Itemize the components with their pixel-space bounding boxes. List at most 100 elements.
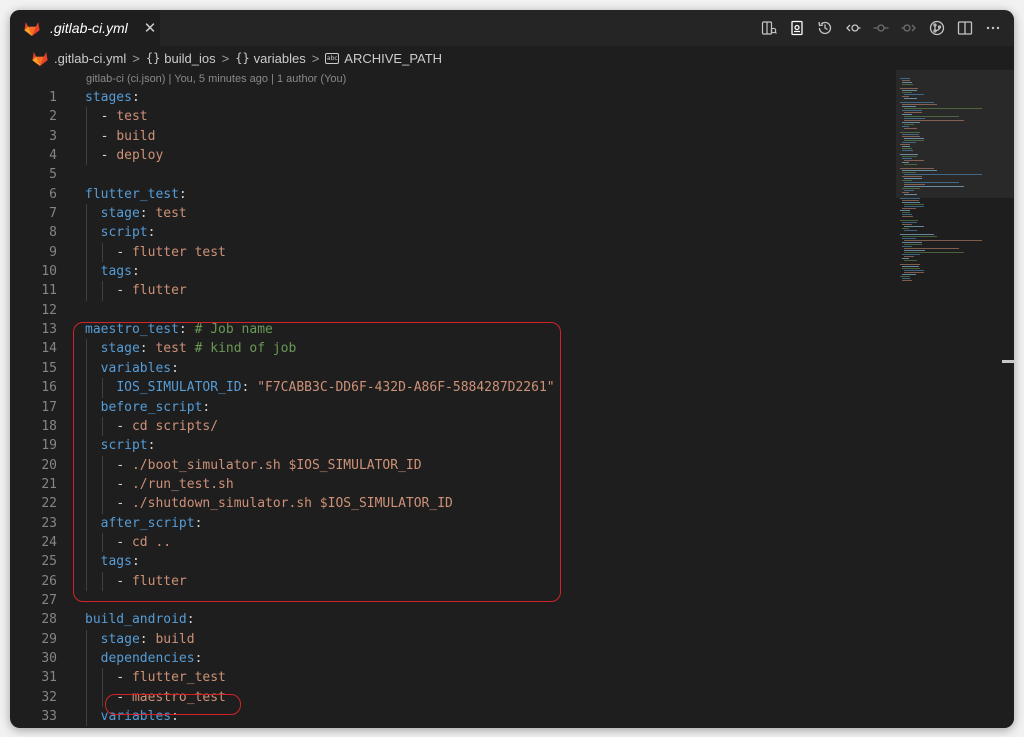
code-line[interactable]: 12: [10, 301, 896, 320]
code-line[interactable]: 4 - deploy: [10, 146, 896, 166]
minimap-line: [904, 182, 959, 183]
minimap-line: [904, 190, 914, 191]
code-text: - test: [100, 109, 148, 125]
code-line[interactable]: 18 - cd scripts/: [10, 416, 896, 437]
line-number: 14: [41, 341, 57, 357]
line-number: 33: [41, 709, 57, 724]
compare-dot-icon[interactable]: [870, 17, 892, 39]
minimap-line: [904, 250, 925, 251]
code-line[interactable]: 21 - ./run_test.sh: [10, 474, 896, 495]
code-line[interactable]: 16 IOS_SIMULATOR_ID: "F7CABB3C-DD6F-432D…: [10, 378, 896, 398]
breadcrumb-build-ios[interactable]: build_ios: [164, 51, 215, 66]
minimap-line: [904, 206, 924, 207]
code-line[interactable]: 14 stage: test # kind of job: [10, 339, 896, 359]
line-number: 13: [41, 322, 57, 338]
code-line[interactable]: 7 stage: test: [10, 204, 896, 224]
minimap-line: [904, 98, 917, 99]
code-line[interactable]: 24 - cd ..: [10, 532, 896, 553]
minimap-line: [902, 202, 921, 203]
code-editor[interactable]: gitlab-ci (ci.json) | You, 5 minutes ago…: [10, 70, 896, 728]
scrollbar-thumb[interactable]: [1002, 360, 1014, 363]
tab-gitlab-ci[interactable]: .gitlab-ci.yml ✕: [10, 10, 160, 46]
line-number: 26: [41, 573, 57, 589]
code-line[interactable]: 31 - flutter_test: [10, 668, 896, 688]
code-line[interactable]: 9 - flutter test: [10, 242, 896, 263]
code-line[interactable]: 23 after_script:: [10, 513, 896, 533]
code-line[interactable]: 15 variables:: [10, 358, 896, 379]
minimap-line: [904, 256, 914, 257]
minimap-line: [900, 220, 919, 221]
blame-annotation[interactable]: gitlab-ci (ci.json) | You, 5 minutes ago…: [86, 70, 346, 88]
code-line[interactable]: 33 variables:: [10, 707, 896, 727]
minimap-line: [902, 246, 912, 247]
line-number: 22: [41, 496, 57, 512]
minimap-line: [902, 156, 918, 157]
compare-next-icon[interactable]: [898, 17, 920, 39]
compare-previous-icon[interactable]: [842, 17, 864, 39]
code-line[interactable]: 10 tags:: [10, 262, 896, 282]
code-line[interactable]: 6 flutter_test:: [10, 185, 896, 204]
code-text: stages:: [85, 90, 140, 105]
code-line[interactable]: 3 - build: [10, 126, 896, 147]
close-icon[interactable]: ✕: [144, 19, 157, 37]
minimap-line: [900, 234, 934, 235]
code-line[interactable]: 13 maestro_test: # Job name: [10, 320, 896, 339]
code-line[interactable]: 22 - ./shutdown_simulator.sh $IOS_SIMULA…: [10, 494, 896, 514]
code-line[interactable]: 8 script:: [10, 223, 896, 243]
history-icon[interactable]: [814, 17, 836, 39]
line-number: 2: [49, 109, 57, 125]
minimap-line: [904, 204, 924, 205]
minimap-line: [902, 142, 916, 143]
code-text: - flutter: [116, 283, 187, 299]
breadcrumb-variables[interactable]: variables: [254, 51, 306, 66]
minimap-line: [902, 150, 914, 151]
preview-icon[interactable]: [786, 17, 808, 39]
gitlab-icon: [24, 21, 40, 36]
line-number: 3: [49, 128, 57, 144]
line-number: 10: [41, 264, 57, 280]
code-text: stage: build: [100, 631, 195, 647]
code-line[interactable]: 11 - flutter: [10, 281, 896, 301]
code-line[interactable]: 27: [10, 591, 896, 610]
code-lines: 1 stages: 2 - test 3 - build 4 - deploy 5 6 flu…: [10, 88, 896, 727]
code-line[interactable]: 5: [10, 165, 896, 184]
code-text: maestro_test: # Job name: [85, 322, 273, 338]
code-text: IOS_SIMULATOR_ID: "F7CABB3C-DD6F-432D-A8…: [116, 380, 555, 396]
gitlab-icon: [32, 51, 48, 66]
minimap-line: [902, 214, 912, 215]
line-number: 11: [41, 283, 57, 299]
code-line[interactable]: 20 - ./boot_simulator.sh $IOS_SIMULATOR_…: [10, 455, 896, 475]
minimap-line: [902, 208, 916, 209]
minimap[interactable]: [896, 70, 1014, 728]
line-number: 24: [41, 534, 57, 550]
breadcrumb-file[interactable]: .gitlab-ci.yml: [54, 51, 126, 66]
code-text: - ./boot_simulator.sh $IOS_SIMULATOR_ID: [116, 457, 422, 473]
code-line[interactable]: 1 stages:: [10, 88, 896, 107]
line-number: 4: [49, 148, 57, 164]
split-editor-icon[interactable]: [954, 17, 976, 39]
code-line[interactable]: 30 dependencies:: [10, 648, 896, 669]
breadcrumb-archive-path[interactable]: ARCHIVE_PATH: [344, 51, 442, 66]
code-line[interactable]: 17 before_script:: [10, 397, 896, 417]
string-icon: abc: [325, 52, 340, 64]
minimap-line: [904, 252, 965, 253]
more-actions-icon[interactable]: [982, 17, 1004, 39]
minimap-line: [904, 248, 959, 249]
minimap-line: [902, 170, 937, 171]
code-line[interactable]: 19 script:: [10, 436, 896, 456]
line-number: 21: [41, 476, 57, 492]
code-line[interactable]: 32 - maestro_test: [10, 687, 896, 707]
minimap-line: [902, 228, 909, 229]
code-line[interactable]: 25 tags:: [10, 552, 896, 572]
code-line[interactable]: 28 build_android:: [10, 610, 896, 629]
minimap-line: [902, 180, 912, 181]
minimap-line: [902, 90, 918, 91]
code-line[interactable]: 2 - test: [10, 107, 896, 127]
git-graph-icon[interactable]: [926, 17, 948, 39]
open-changes-icon[interactable]: [758, 17, 780, 39]
code-line[interactable]: 26 - flutter: [10, 571, 896, 591]
code-line[interactable]: 29 stage: build: [10, 629, 896, 649]
code-text: - flutter test: [116, 244, 226, 260]
minimap-line: [902, 96, 909, 97]
line-number: 20: [41, 457, 57, 473]
